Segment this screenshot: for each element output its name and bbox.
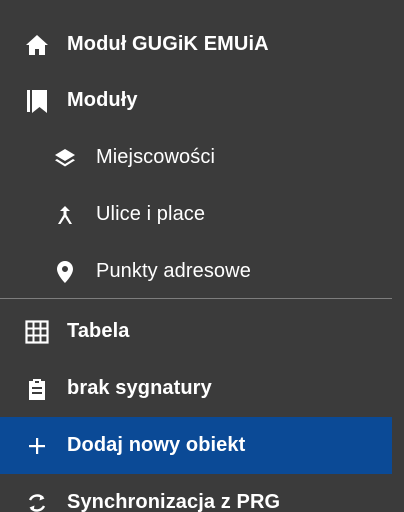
menu-item-label: Moduł GUGiK EMUiA [67,33,269,55]
menu-item-label: Ulice i place [96,203,206,225]
menu-item-modules[interactable]: Moduły [0,72,392,129]
merge-icon [52,202,78,228]
menu-item-module-gugik[interactable]: Moduł GUGiK EMUiA [0,16,392,73]
menu-divider [0,298,392,299]
menu-item-streets[interactable]: Ulice i place [0,186,392,243]
plus-icon [24,433,50,459]
menu-item-address-points[interactable]: Punkty adresowe [0,243,392,300]
menu-item-sync-prg[interactable]: Synchronizacja z PRG [0,474,392,512]
menu-item-add-object[interactable]: Dodaj nowy obiekt [0,417,392,474]
layers-icon [52,145,78,171]
clipboard-icon [24,376,50,402]
menu-item-label: Dodaj nowy obiekt [67,434,246,456]
menu-item-label: Synchronizacja z PRG [67,491,281,512]
sidebar-menu: Moduł GUGiK EMUiA Moduły Miejscowości Ul… [0,0,404,512]
menu-item-label: brak sygnatury [67,377,212,399]
table-icon [24,319,50,345]
menu-item-table[interactable]: Tabela [0,303,392,360]
menu-item-label: Punkty adresowe [96,260,251,282]
menu-item-label: Tabela [67,320,130,342]
sync-icon [24,490,50,512]
map-marker-icon [52,259,78,285]
home-icon [24,32,50,58]
menu-item-label: Moduły [67,89,138,111]
bookmark-icon [24,88,50,114]
menu-item-no-signature[interactable]: brak sygnatury [0,360,392,417]
menu-item-label: Miejscowości [96,146,216,168]
menu-item-localities[interactable]: Miejscowości [0,129,392,186]
